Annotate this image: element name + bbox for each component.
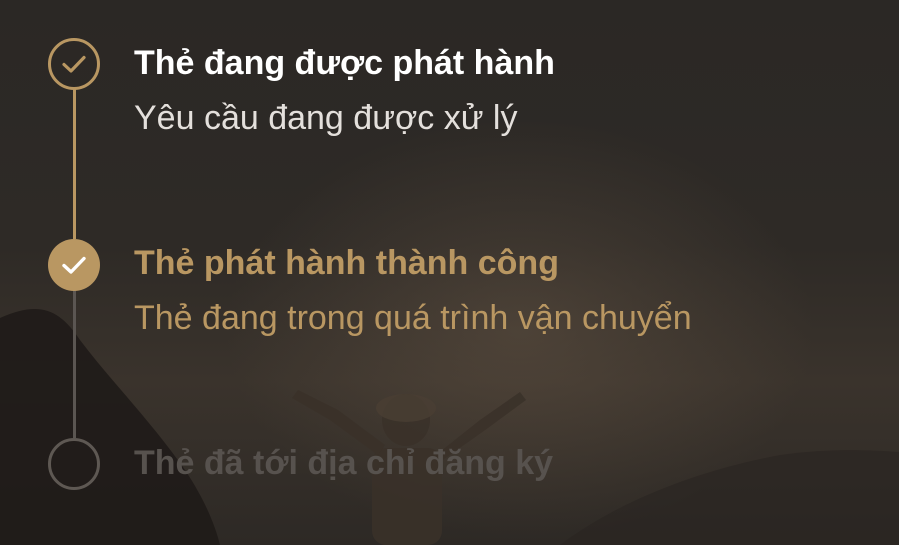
check-filled-icon — [48, 239, 100, 291]
step-title: Thẻ phát hành thành công — [134, 244, 559, 282]
step-subtitle: Thẻ đang trong quá trình vận chuyển — [134, 299, 692, 337]
step-title: Thẻ đã tới địa chỉ đăng ký — [134, 444, 554, 482]
empty-circle-icon — [48, 438, 100, 490]
timeline-connector-pending — [73, 290, 76, 438]
check-outline-icon — [48, 38, 100, 90]
timeline-connector-completed — [73, 89, 76, 239]
step-title: Thẻ đang được phát hành — [134, 44, 555, 82]
step-subtitle: Yêu cầu đang được xử lý — [134, 99, 518, 137]
